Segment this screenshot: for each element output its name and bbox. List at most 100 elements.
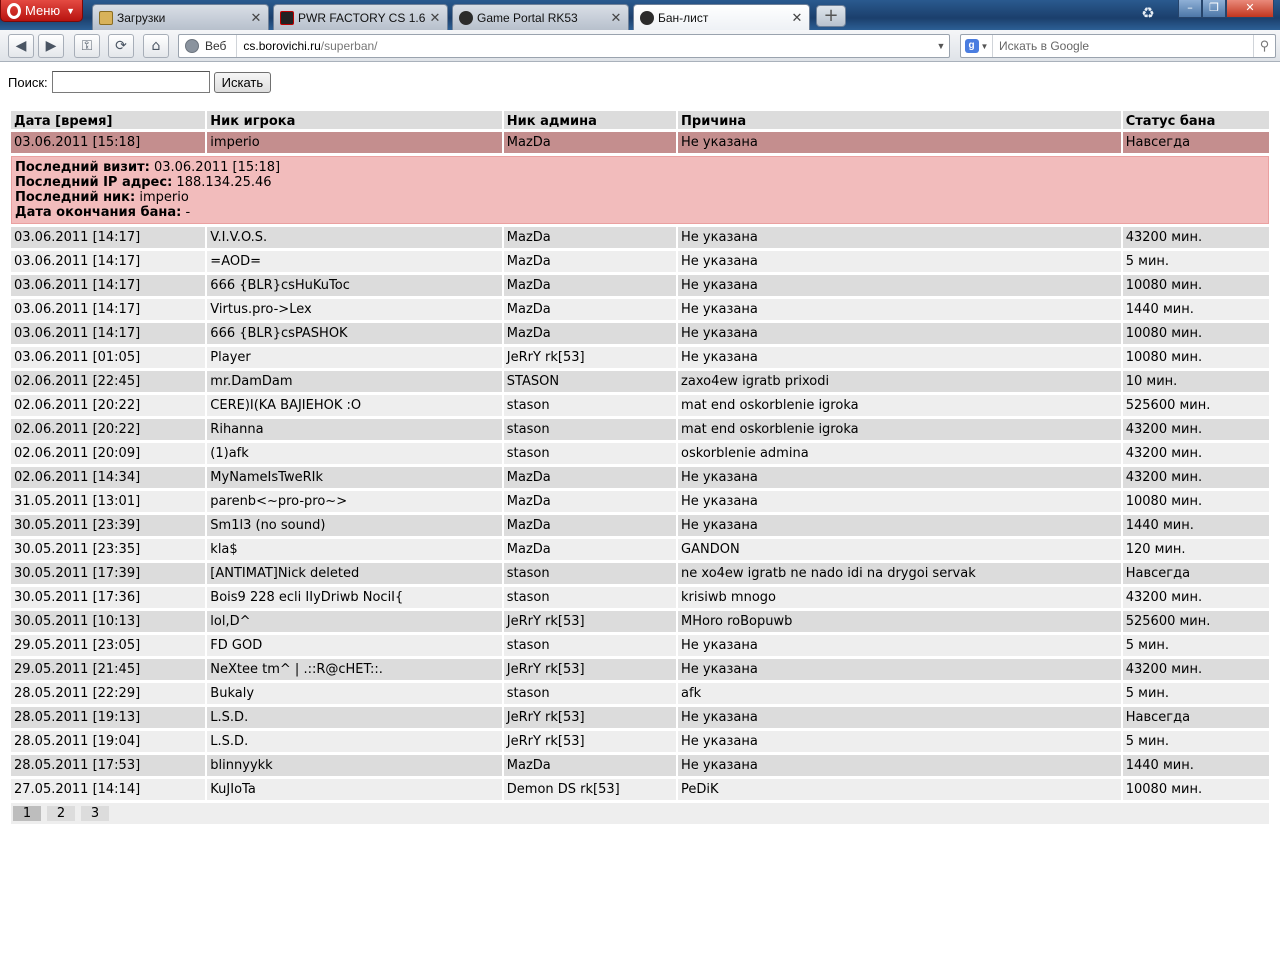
table-row[interactable]: 30.05.2011 [17:36] Bois9 228 ecli IIyDriw… bbox=[11, 587, 1269, 608]
search-engine-selector[interactable]: g ▼ bbox=[961, 35, 993, 57]
detail-last-nick: Последний ник: imperio bbox=[15, 190, 1265, 205]
wand-key-button[interactable]: ⚿ bbox=[74, 34, 100, 58]
address-url[interactable]: cs.borovichi.ru/superban/ bbox=[237, 39, 933, 53]
column-header-date[interactable]: Дата [время] bbox=[11, 111, 206, 129]
menu-label: Меню bbox=[25, 3, 61, 18]
maximize-button[interactable]: ❐ bbox=[1202, 0, 1226, 18]
table-row[interactable]: 31.05.2011 [13:01] parenb<~pro-pro~> MazDa… bbox=[11, 491, 1269, 512]
table-row[interactable]: 02.06.2011 [14:34] MyNameIsTweRIk MazDa Не … bbox=[11, 467, 1269, 488]
close-icon[interactable]: ✕ bbox=[610, 10, 622, 26]
back-button[interactable]: ◀ bbox=[8, 34, 34, 58]
cell-admin: JeRrY rk[53] bbox=[503, 707, 677, 728]
tab-title: Бан-лист bbox=[658, 10, 709, 25]
address-bar[interactable]: Веб cs.borovichi.ru/superban/ ▼ bbox=[178, 34, 950, 58]
cell-status: 5 мин. bbox=[1122, 251, 1269, 272]
cell-reason: Не указана bbox=[678, 707, 1121, 728]
table-row[interactable]: 29.05.2011 [21:45] NeXtee tm^ | .::R@cHET… bbox=[11, 659, 1269, 680]
cell-player: V.I.V.O.S. bbox=[207, 227, 502, 248]
cell-status: 525600 мин. bbox=[1122, 395, 1269, 416]
cell-status: 1440 мин. bbox=[1122, 299, 1269, 320]
page-link-3[interactable]: 3 bbox=[81, 806, 109, 821]
cell-status: 43200 мин. bbox=[1122, 467, 1269, 488]
chevron-down-icon[interactable]: ▼ bbox=[933, 41, 949, 51]
tab-downloads[interactable]: Загрузки ✕ bbox=[92, 4, 269, 30]
cell-date: 28.05.2011 [19:04] bbox=[11, 731, 206, 752]
detail-label: Последний визит: bbox=[15, 160, 150, 175]
column-header-reason[interactable]: Причина bbox=[678, 111, 1121, 129]
search-engine-box[interactable]: g ▼ Искать в Google ⚲ bbox=[960, 34, 1276, 58]
close-icon[interactable]: ✕ bbox=[791, 10, 803, 26]
cell-date: 02.06.2011 [14:34] bbox=[11, 467, 206, 488]
page-link-1[interactable]: 1 bbox=[13, 806, 41, 821]
table-row[interactable]: 03.06.2011 [14:17] V.I.V.O.S. MazDa Не указ… bbox=[11, 227, 1269, 248]
tab-game-portal[interactable]: Game Portal RK53 ✕ bbox=[452, 4, 629, 30]
column-header-player[interactable]: Ник игрока bbox=[207, 111, 502, 129]
table-row[interactable]: 28.05.2011 [17:53] blinnyykk MazDa Не указа… bbox=[11, 755, 1269, 776]
home-button[interactable]: ⌂ bbox=[143, 34, 169, 58]
cell-date: 31.05.2011 [13:01] bbox=[11, 491, 206, 512]
table-row[interactable]: 27.05.2011 [14:14] KuJIoTa Demon DS rk[53]… bbox=[11, 779, 1269, 800]
search-input[interactable] bbox=[51, 71, 210, 93]
table-row[interactable]: 03.06.2011 [14:17] 666 {BLR}csHuKuToc MazD… bbox=[11, 275, 1269, 296]
cell-player: lol,D^ bbox=[207, 611, 502, 632]
table-row[interactable]: 03.06.2011 [14:17] =AOD= MazDa Не указана 5 … bbox=[11, 251, 1269, 272]
table-row[interactable]: 30.05.2011 [17:39] [ANTIMAT]Nick deleted s… bbox=[11, 563, 1269, 584]
cell-reason: afk bbox=[678, 683, 1121, 704]
window-close-button[interactable]: ✕ bbox=[1226, 0, 1274, 18]
table-row[interactable]: 28.05.2011 [22:29] Bukaly stason afk 5 мин. bbox=[11, 683, 1269, 704]
column-header-status[interactable]: Статус бана bbox=[1122, 111, 1269, 129]
search-label: Поиск: bbox=[8, 74, 48, 90]
new-tab-button[interactable]: + bbox=[816, 5, 846, 27]
site-favicon-icon bbox=[280, 10, 294, 25]
cell-reason: Не указана bbox=[678, 467, 1121, 488]
table-row[interactable]: 03.06.2011 [01:05] Player JeRrY rk[53] Не у… bbox=[11, 347, 1269, 368]
cell-player: kla$ bbox=[207, 539, 502, 560]
table-row[interactable]: 02.06.2011 [20:09] (1)afk stason oskorbleni… bbox=[11, 443, 1269, 464]
tab-ban-list[interactable]: Бан-лист ✕ bbox=[633, 4, 810, 30]
cell-admin: MazDa bbox=[503, 467, 677, 488]
close-icon[interactable]: ✕ bbox=[250, 10, 262, 26]
opera-logo-icon bbox=[7, 2, 21, 19]
search-placeholder[interactable]: Искать в Google bbox=[993, 39, 1253, 53]
table-row[interactable]: 03.06.2011 [14:17] Virtus.pro->Lex MazDa Не… bbox=[11, 299, 1269, 320]
forward-button[interactable]: ▶ bbox=[38, 34, 64, 58]
cell-admin: stason bbox=[503, 683, 677, 704]
table-row[interactable]: 28.05.2011 [19:13] L.S.D. JeRrY rk[53] Не у… bbox=[11, 707, 1269, 728]
search-icon[interactable]: ⚲ bbox=[1253, 35, 1275, 57]
table-row[interactable]: 30.05.2011 [23:39] Sm1l3 (no sound) MazDa Н… bbox=[11, 515, 1269, 536]
table-row-selected[interactable]: 03.06.2011 [15:18] imperio MazDa Не указ… bbox=[11, 132, 1269, 153]
cell-date: 29.05.2011 [23:05] bbox=[11, 635, 206, 656]
cell-admin: MazDa bbox=[503, 275, 677, 296]
table-row[interactable]: 02.06.2011 [20:22] Rihanna stason mat end o… bbox=[11, 419, 1269, 440]
trash-icon[interactable]: ♻ bbox=[1138, 4, 1158, 26]
table-row[interactable]: 28.05.2011 [19:04] L.S.D. JeRrY rk[53] Не у… bbox=[11, 731, 1269, 752]
tab-pwr-factory[interactable]: PWR FACTORY CS 1.6 ... ✕ bbox=[273, 4, 448, 30]
table-row[interactable]: 02.06.2011 [20:22] CERE)I(KA BAJIEHOK :O s… bbox=[11, 395, 1269, 416]
table-row[interactable]: 29.05.2011 [23:05] FD GOD stason Не указана… bbox=[11, 635, 1269, 656]
ban-search-form: Поиск: Искать bbox=[8, 71, 272, 93]
table-row[interactable]: 02.06.2011 [22:45] mr.DamDam STASON zaxo4ew… bbox=[11, 371, 1269, 392]
cell-player: [ANTIMAT]Nick deleted bbox=[207, 563, 502, 584]
table-row[interactable]: 30.05.2011 [23:35] kla$ MazDa GANDON 120 мин… bbox=[11, 539, 1269, 560]
ban-details: Последний визит: 03.06.2011 [15:18] Посл… bbox=[11, 156, 1269, 224]
url-path: /superban/ bbox=[320, 39, 378, 53]
close-icon[interactable]: ✕ bbox=[429, 10, 441, 26]
cell-reason: Не указана bbox=[678, 515, 1121, 536]
detail-label: Последний ник: bbox=[15, 190, 136, 205]
globe-icon bbox=[185, 39, 199, 53]
minimize-button[interactable]: – bbox=[1178, 0, 1202, 18]
table-row[interactable]: 30.05.2011 [10:13] lol,D^ JeRrY rk[53] MHor… bbox=[11, 611, 1269, 632]
reload-button[interactable]: ⟳ bbox=[108, 34, 134, 58]
page-link-2[interactable]: 2 bbox=[47, 806, 75, 821]
cell-admin: stason bbox=[503, 395, 677, 416]
cell-player: =AOD= bbox=[207, 251, 502, 272]
cell-admin: JeRrY rk[53] bbox=[503, 731, 677, 752]
cell-reason: Не указана bbox=[678, 635, 1121, 656]
cell-admin: stason bbox=[503, 563, 677, 584]
opera-menu-button[interactable]: Меню ▼ bbox=[0, 0, 83, 22]
table-row[interactable]: 03.06.2011 [14:17] 666 {BLR}csPASHOK MazDa… bbox=[11, 323, 1269, 344]
cell-reason: mat end oskorblenie igroka bbox=[678, 395, 1121, 416]
column-header-admin[interactable]: Ник админа bbox=[503, 111, 677, 129]
search-button[interactable]: Искать bbox=[213, 71, 272, 93]
cell-player: Rihanna bbox=[207, 419, 502, 440]
